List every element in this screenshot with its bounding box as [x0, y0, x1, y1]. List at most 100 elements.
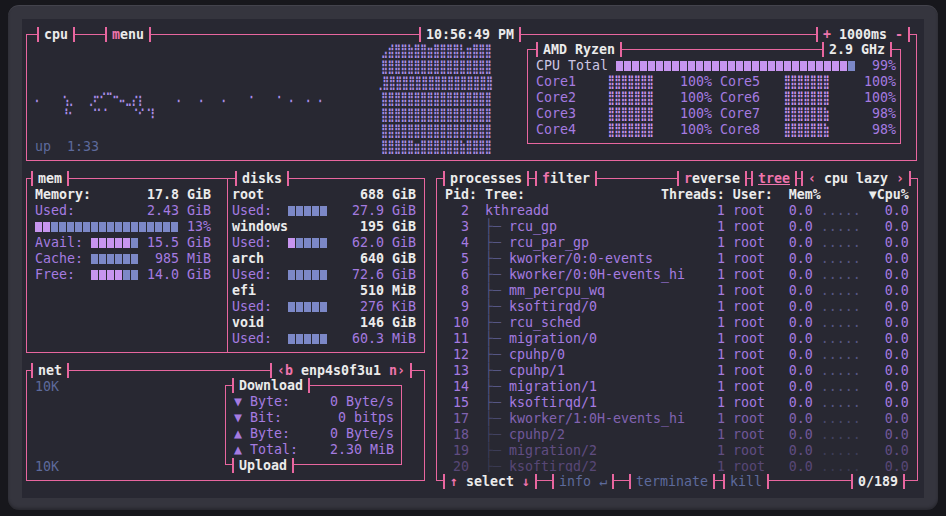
meter-block [312, 302, 319, 312]
select-label: select [466, 474, 514, 489]
meter-block [131, 238, 138, 248]
net-device-prev[interactable]: ‹b [277, 363, 301, 378]
cpu-box-title: cpu [37, 27, 75, 42]
process-row[interactable]: 18 ├─ cpuhp/2 1 root 0.0 ..... 0.0 [445, 427, 909, 443]
meter-block [832, 61, 839, 71]
meter-block [688, 61, 695, 71]
meter-block [296, 270, 303, 280]
meter-block [304, 334, 311, 344]
filter-button[interactable]: filter [535, 171, 597, 186]
sort-prev[interactable]: ‹ [808, 171, 824, 186]
meter-block [624, 61, 631, 71]
meter-block [840, 61, 847, 71]
disk-used-row: Used: 62.0 GiB [232, 235, 416, 251]
select-up-arrow[interactable]: ↑ [450, 474, 466, 489]
meter-block [304, 302, 311, 312]
meter-block [640, 61, 647, 71]
select-down-arrow[interactable]: ↓ [514, 474, 530, 489]
meter-block [312, 270, 319, 280]
process-row[interactable]: 4 ├─ rcu_par_gp 1 root 0.0 ..... 0.0 [445, 235, 909, 251]
process-row[interactable]: 17 ├─ kworker/1:0H-events_hi 1 root 0.0 … [445, 411, 909, 427]
process-row[interactable]: 6 ├─ kworker/0:0H-events_hi 1 root 0.0 .… [445, 267, 909, 283]
terminal: cpu menu 10:56:49 PM + 1000ms - ⠄ ⢢⡀ ⢀⠖⠊… [22, 19, 924, 498]
meter-block [304, 206, 311, 216]
core-meter-row: Core4 ⣿⣿⣿⣿⣿⣿⣿ 100% Core8 ⣿⣿⣿⣿⣿⣿⣷ 98% [536, 122, 896, 138]
meter-block [320, 206, 327, 216]
sort-selector[interactable]: ‹ cpu lazy › [801, 171, 911, 186]
meter-block [123, 270, 130, 280]
meter-block [320, 334, 327, 344]
process-row[interactable]: 12 ├─ cpuhp/0 1 root 0.0 ..... 0.0 [445, 347, 909, 363]
meter-block [107, 270, 114, 280]
meter-block [51, 222, 58, 232]
info-button[interactable]: info ↵ [552, 474, 614, 489]
process-row[interactable]: 20 ├─ ksoftirqd/2 1 root 0.0 ..... 0.0 [445, 459, 909, 472]
net-stat-row: ▲ Byte: 0 Byte/s [234, 426, 394, 442]
filter-hotkey: f [542, 171, 550, 186]
tree-toggle[interactable]: tree [751, 171, 797, 186]
process-row[interactable]: 10 ├─ rcu_sched 1 root 0.0 ..... 0.0 [445, 315, 909, 331]
uptime: up 1:33 [35, 139, 99, 155]
meter-block [648, 61, 655, 71]
interval-control[interactable]: + 1000ms - [816, 27, 910, 42]
mem-row: Used: 2.43 GiB [35, 203, 211, 219]
kill-button[interactable]: kill [723, 474, 769, 489]
meter-block [115, 254, 122, 264]
mem-box-title: mem [31, 171, 69, 186]
meter-block [632, 61, 639, 71]
disk-used-row: Used: 72.6 GiB [232, 267, 416, 283]
mem-disks-divider [227, 179, 229, 352]
process-row[interactable]: 13 ├─ cpuhp/1 1 root 0.0 ..... 0.0 [445, 363, 909, 379]
process-row[interactable]: 14 ├─ migration/1 1 root 0.0 ..... 0.0 [445, 379, 909, 395]
net-device-next[interactable]: n› [381, 363, 405, 378]
meter-block [824, 61, 831, 71]
meter-block [288, 238, 295, 248]
meter-block [91, 270, 98, 280]
meter-block [115, 270, 122, 280]
meter-block [312, 334, 319, 344]
process-row[interactable]: 2 kthreadd 1 root 0.0 ..... 0.0 [445, 203, 909, 219]
process-row[interactable]: 3 ├─ rcu_gp 1 root 0.0 ..... 0.0 [445, 219, 909, 235]
net-device-switch[interactable]: ‹b enp4s0f3u1 n› [270, 363, 412, 378]
sort-next[interactable]: › [888, 171, 904, 186]
net-stat-row: ▼ Bit: 0 bitps [234, 410, 394, 426]
meter-block [99, 222, 106, 232]
meter-block [288, 270, 295, 280]
meter-block [131, 254, 138, 264]
select-control[interactable]: ↑ select ↓ [443, 474, 537, 489]
filter-label: ilter [550, 171, 590, 186]
meter-block [848, 61, 855, 71]
meter-block [91, 254, 98, 264]
interval-decrease[interactable]: - [895, 27, 903, 42]
core-meter-row: Core2 ⣿⣿⣿⣿⣿⣿⣿ 100% Core6 ⣿⣿⣿⣿⣿⣿⣿ 100% [536, 90, 896, 106]
process-row[interactable]: 9 ├─ ksoftirqd/0 1 root 0.0 ..... 0.0 [445, 299, 909, 315]
meter-block [83, 222, 90, 232]
menu-button[interactable]: menu [105, 27, 151, 42]
meter-block [288, 334, 295, 344]
process-row[interactable]: 11 ├─ migration/0 1 root 0.0 ..... 0.0 [445, 331, 909, 347]
process-row[interactable]: 15 ├─ ksoftirqd/1 1 root 0.0 ..... 0.0 [445, 395, 909, 411]
meter-block [107, 254, 114, 264]
meter-block [720, 61, 727, 71]
interval-increase[interactable]: + [823, 27, 831, 42]
processes-box: processes filter reverse tree ‹ cpu lazy… [436, 178, 918, 481]
process-row[interactable]: 19 ├─ migration/2 1 root 0.0 ..... 0.0 [445, 443, 909, 459]
meter-block [672, 61, 679, 71]
process-row[interactable]: 8 ├─ mm_percpu_wq 1 root 0.0 ..... 0.0 [445, 283, 909, 299]
cpu-box: cpu menu 10:56:49 PM + 1000ms - ⠄ ⢢⡀ ⢀⠖⠊… [26, 34, 917, 161]
net-device-name: enp4s0f3u1 [301, 363, 381, 378]
cpu-history-graph-left: ⠄ ⢢⡀ ⢀⠖⠊⠉⠒⠤⣀⡔⡆ ⠄ ⠄ ⠄ ⠂ ⠂ ⠄ ⠄ ⠄ ⠘⠂ ⠈⠁⠁ ⠈⠊… [35, 91, 325, 123]
terminate-button[interactable]: terminate [629, 474, 715, 489]
meter-block [704, 61, 711, 71]
meter-block [147, 222, 154, 232]
meter-block [131, 222, 138, 232]
meter-block [163, 222, 170, 232]
process-row[interactable]: 5 ├─ kworker/0:0-events 1 root 0.0 .....… [445, 251, 909, 267]
meter-block [107, 222, 114, 232]
cpu-history-graph-right: ⣠⣾⣿⣿⣷⣿⣿⣶⣿⣿⣿⣿⣧⣶⣿⣿⣿ ⣿⣿⣿⣿⣿⣿⣿⣿⣿⣿⣿⣿⣿⣿⣿⣿⣿ ⢀⣿⣿⣿… [376, 43, 493, 155]
mem-row: Free: 14.0 GiB [35, 267, 211, 283]
net-scale-top: 10K [35, 379, 59, 395]
reverse-button[interactable]: reverse [677, 171, 747, 186]
meter-block [296, 334, 303, 344]
clock: 10:56:49 PM [419, 27, 521, 42]
